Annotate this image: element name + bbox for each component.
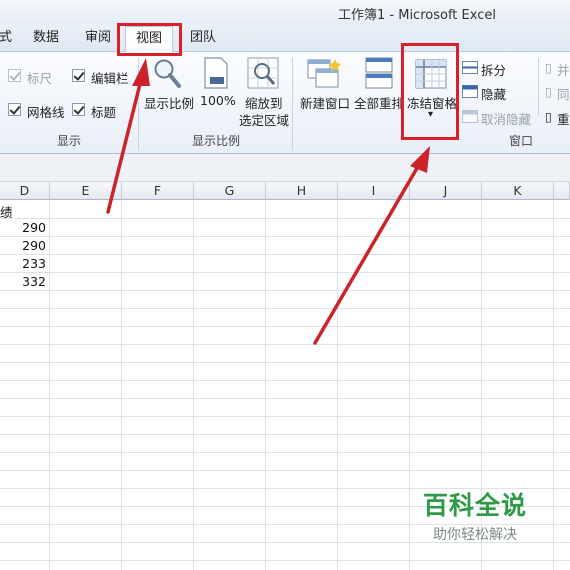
watermark-subtitle: 助你轻松解决 [433,527,517,543]
annotation-arrows [106,58,430,345]
arrowhead-icon [132,58,150,86]
watermark: 百科全说 助你轻松解决 [400,486,550,546]
arrow-to-view-tab [106,74,144,214]
arrowhead-icon [410,146,430,173]
arrow-to-freeze-panes [313,161,422,345]
watermark-title: 百科全说 [422,491,527,520]
